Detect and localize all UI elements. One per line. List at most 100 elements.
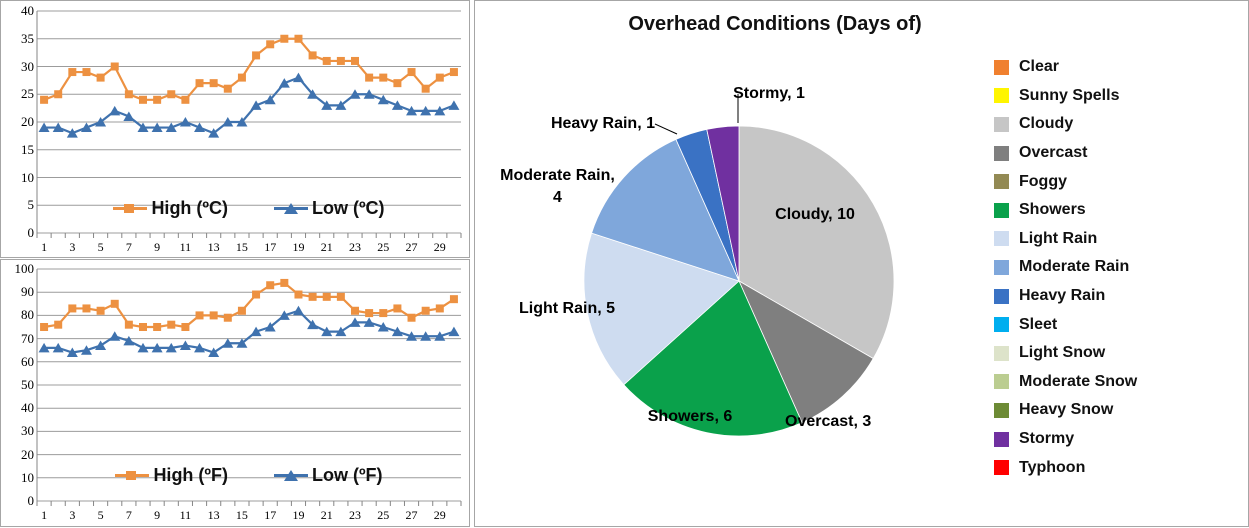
x-axis-tick-label: 7 bbox=[125, 508, 132, 522]
square-marker-icon bbox=[115, 469, 150, 481]
color-swatch-icon bbox=[994, 259, 1009, 275]
pie-label-stormy: Stormy, 1 bbox=[733, 85, 805, 102]
legend-label: High (ºF) bbox=[153, 464, 228, 485]
x-axis-tick-label: 7 bbox=[125, 240, 132, 254]
x-axis-tick-label: 25 bbox=[377, 508, 390, 522]
x-axis-tick-label: 3 bbox=[69, 508, 76, 522]
fahrenheit-y-axis: 0 10 20 30 40 50 60 70 80 90 100 bbox=[1, 260, 37, 526]
x-axis-tick-label: 15 bbox=[235, 240, 248, 254]
celsius-line-chart: 0 5 10 15 20 25 30 35 40 1 3 5 7 9 11 13 15 17 19 21 23 25 27… bbox=[1, 1, 469, 257]
pie-legend-label: Typhoon bbox=[1019, 458, 1086, 476]
pie-legend-label: Heavy Snow bbox=[1019, 401, 1114, 419]
pie-leader-line bbox=[654, 123, 678, 135]
pie-legend-item[interactable]: Sleet bbox=[994, 310, 1244, 339]
pie-legend-label: Stormy bbox=[1019, 430, 1075, 448]
celsius-legend: High (ºC) Low (ºC) bbox=[37, 195, 461, 221]
y-axis-tick-label: 0 bbox=[27, 225, 35, 240]
pie-legend-item[interactable]: Overcast bbox=[994, 139, 1244, 168]
color-swatch-icon bbox=[994, 460, 1009, 476]
pie-legend-item[interactable]: Stormy bbox=[994, 425, 1244, 454]
x-axis-tick-label: 17 bbox=[264, 240, 277, 254]
x-axis-tick-label: 19 bbox=[292, 508, 305, 522]
x-axis-tick-label: 11 bbox=[179, 508, 192, 522]
fahrenheit-x-axis: 1 3 5 7 9 11 13 15 17 19 21 23 25 27 29 bbox=[1, 508, 469, 528]
fahrenheit-line-chart: 0 10 20 30 40 50 60 70 80 90 100 1 3 5 7 9 11 13 15 17 19 21… bbox=[1, 260, 469, 526]
x-axis-tick-label: 27 bbox=[405, 240, 418, 254]
pie-legend-label: Cloudy bbox=[1019, 115, 1074, 133]
color-swatch-icon bbox=[994, 88, 1009, 104]
x-axis-tick-label: 19 bbox=[292, 240, 305, 254]
pie-legend-label: Light Rain bbox=[1019, 229, 1098, 247]
y-axis-tick-label: 0 bbox=[27, 493, 35, 508]
pie-legend-item[interactable]: Typhoon bbox=[994, 453, 1244, 482]
x-axis-tick-label: 3 bbox=[69, 240, 76, 254]
x-axis-tick-label: 21 bbox=[320, 240, 333, 254]
y-axis-tick-label: 30 bbox=[21, 58, 34, 74]
x-axis-tick-label: 1 bbox=[41, 508, 48, 522]
y-axis-tick-label: 20 bbox=[21, 446, 34, 462]
color-swatch-icon bbox=[994, 374, 1009, 390]
x-axis-tick-label: 5 bbox=[97, 508, 104, 522]
pie-label-overcast: Overcast, 3 bbox=[785, 413, 872, 430]
x-axis-tick-label: 21 bbox=[320, 508, 333, 522]
legend-item[interactable]: High (ºF) bbox=[115, 465, 228, 486]
pie-label-heavy-rain: Heavy Rain, 1 bbox=[550, 115, 655, 132]
x-axis-tick-label: 1 bbox=[41, 240, 48, 254]
pie-legend-label: Overcast bbox=[1019, 144, 1088, 162]
x-axis-tick-label: 13 bbox=[207, 508, 220, 522]
y-axis-tick-label: 80 bbox=[21, 307, 34, 323]
pie-legend-item[interactable]: Sunny Spells bbox=[994, 82, 1244, 111]
pie-legend-item[interactable]: Foggy bbox=[994, 167, 1244, 196]
pie-legend-label: Light Snow bbox=[1019, 344, 1106, 362]
pie-legend-item[interactable]: Heavy Rain bbox=[994, 282, 1244, 311]
pie-legend-label: Heavy Rain bbox=[1019, 287, 1106, 305]
color-swatch-icon bbox=[994, 174, 1009, 190]
color-swatch-icon bbox=[994, 116, 1009, 132]
x-axis-tick-label: 9 bbox=[154, 508, 161, 522]
color-swatch-icon bbox=[994, 345, 1009, 361]
y-axis-tick-label: 50 bbox=[21, 377, 34, 392]
y-axis-tick-label: 20 bbox=[21, 114, 34, 129]
y-axis-tick-label: 100 bbox=[14, 261, 35, 276]
y-axis-tick-label: 5 bbox=[27, 197, 35, 213]
pie-legend-label: Foggy bbox=[1019, 172, 1067, 190]
pie-legend-item[interactable]: Showers bbox=[994, 196, 1244, 225]
fahrenheit-legend: High (ºF) Low (ºF) bbox=[37, 462, 461, 488]
color-swatch-icon bbox=[994, 288, 1009, 304]
celsius-x-axis: 1 3 5 7 9 11 13 15 17 19 21 23 25 27 29 bbox=[1, 240, 469, 260]
x-axis-tick-label: 5 bbox=[97, 240, 104, 254]
y-axis-tick-label: 15 bbox=[21, 141, 34, 157]
x-axis-tick-label: 17 bbox=[264, 508, 277, 522]
y-axis-tick-label: 10 bbox=[21, 469, 34, 485]
legend-item[interactable]: Low (ºF) bbox=[274, 465, 383, 486]
y-axis-tick-label: 70 bbox=[21, 330, 34, 346]
pie-legend-item[interactable]: Clear bbox=[994, 53, 1244, 82]
color-swatch-icon bbox=[994, 431, 1009, 447]
x-axis-tick-label: 23 bbox=[349, 240, 361, 254]
color-swatch-icon bbox=[994, 145, 1009, 161]
legend-item[interactable]: Low (ºC) bbox=[274, 198, 385, 219]
pie-legend-item[interactable]: Light Snow bbox=[994, 339, 1244, 368]
pie-legend-item[interactable]: Heavy Snow bbox=[994, 396, 1244, 425]
legend-label: Low (ºC) bbox=[312, 197, 385, 218]
pie-legend-item[interactable]: Moderate Snow bbox=[994, 368, 1244, 397]
pie-label-showers: Showers, 6 bbox=[647, 408, 733, 425]
y-axis-tick-label: 25 bbox=[21, 86, 34, 102]
pie-chart-panel: Overhead Conditions (Days of) Stormy, 1H… bbox=[474, 0, 1249, 527]
legend-item[interactable]: High (ºC) bbox=[113, 198, 228, 219]
x-axis-tick-label: 29 bbox=[433, 240, 446, 254]
pie-label-cloudy: Cloudy, 10 bbox=[775, 206, 855, 223]
x-axis-tick-label: 27 bbox=[405, 508, 418, 522]
color-swatch-icon bbox=[994, 59, 1009, 75]
y-axis-tick-label: 10 bbox=[21, 169, 34, 185]
pie-legend-item[interactable]: Cloudy bbox=[994, 110, 1244, 139]
x-axis-tick-label: 11 bbox=[179, 240, 192, 254]
pie-legend-item[interactable]: Light Rain bbox=[994, 225, 1244, 254]
pie-legend-item[interactable]: Moderate Rain bbox=[994, 253, 1244, 282]
color-swatch-icon bbox=[994, 231, 1009, 247]
color-swatch-icon bbox=[994, 402, 1009, 418]
celsius-y-axis: 0 5 10 15 20 25 30 35 40 bbox=[1, 1, 37, 257]
triangle-marker-icon bbox=[274, 202, 308, 214]
pie-label-light-rain: Light Rain, 5 bbox=[519, 300, 615, 317]
triangle-marker-icon bbox=[274, 469, 308, 481]
